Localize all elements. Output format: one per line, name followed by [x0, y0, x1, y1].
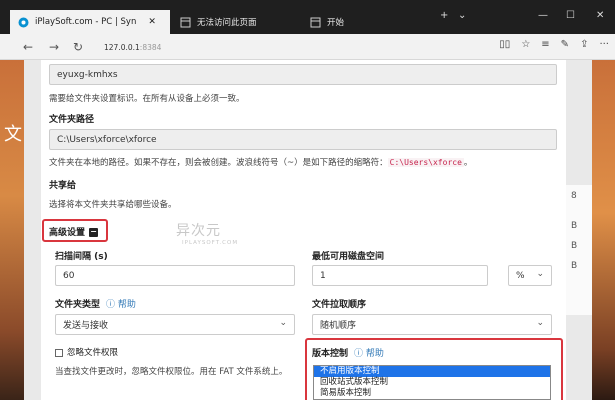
folder-type-label: 文件夹类型 ⓘ 帮助 — [55, 297, 136, 310]
forward-arrow-icon[interactable]: → — [42, 40, 66, 54]
tab-start[interactable]: 开始 — [302, 10, 430, 34]
url-host: 127.0.0.1 — [104, 42, 140, 52]
ignore-permissions-checkbox-row[interactable]: 忽略文件权限 — [55, 346, 118, 358]
scan-interval-value: 60 — [63, 270, 75, 281]
watermark-sub: IPLAYSOFT.COM — [182, 240, 239, 246]
tab-list-chevron-icon[interactable]: ⌄ — [458, 10, 466, 21]
min-disk-label: 最低可用磁盘空间 — [312, 252, 385, 262]
min-disk-value: 1 — [320, 270, 326, 281]
help-link-text: 帮助 — [365, 349, 384, 359]
tab-cannot-access[interactable]: 无法访问此页面 — [172, 10, 300, 34]
versioning-help-link[interactable]: ⓘ 帮助 — [354, 349, 384, 359]
edit-folder-dialog: eyuxg-kmhxs 需要给文件夹设置标识。在所有从设备上必须一致。 文件夹路… — [41, 60, 566, 400]
folder-path-input[interactable]: C:\Users\xforce\xforce — [49, 129, 557, 150]
folder-id-value: eyuxg-kmhxs — [57, 69, 118, 80]
background-panel: 8 B B B — [564, 185, 592, 315]
desktop-background-left: 文 — [0, 60, 24, 400]
min-disk-unit-select[interactable]: % ⌄ — [508, 265, 552, 286]
desktop-background-right — [592, 60, 615, 400]
versioning-option[interactable]: 回收站式版本控制 — [314, 377, 550, 388]
folder-path-help: 文件夹在本地的路径。如果不存在，则会被创建。波浪线符号（~）是如下路径的缩略符：… — [49, 156, 472, 168]
background-text: B — [571, 221, 578, 231]
hub-icon[interactable]: ≡ — [541, 39, 549, 50]
page-icon — [180, 17, 191, 28]
close-window-icon[interactable]: ✕ — [596, 10, 604, 21]
address-bar: ← → ↻ 127.0.0.1:8384 ▯▯ ☆ ≡ ✎ ⇪ ··· — [0, 34, 615, 60]
reading-view-icon[interactable]: ▯▯ — [499, 39, 510, 50]
browser-tab-bar: iPlaySoft.com - PC | Syn ✕ 无法访问此页面 开始 + … — [0, 0, 615, 34]
ignore-permissions-help: 当查找文件更改时，忽略文件权限位。用在 FAT 文件系统上。 — [55, 367, 288, 377]
folder-type-help-link[interactable]: ⓘ 帮助 — [106, 300, 136, 310]
chevron-down-icon: ⌄ — [536, 269, 544, 279]
folder-type-value: 发送与接收 — [63, 321, 109, 331]
pull-order-label: 文件拉取顺序 — [312, 300, 367, 310]
back-arrow-icon[interactable]: ← — [16, 40, 40, 54]
new-tab-icon[interactable]: + — [440, 10, 448, 21]
background-text: B — [571, 241, 578, 251]
more-icon[interactable]: ··· — [599, 39, 609, 50]
watermark-main: 异次元 — [176, 223, 221, 239]
url-field[interactable]: 127.0.0.1:8384 — [104, 38, 434, 56]
tilde-path-code: C:\Users\xforce — [387, 158, 464, 167]
tab-iplaysoft[interactable]: iPlaySoft.com - PC | Syn ✕ — [10, 10, 170, 34]
page-icon — [310, 17, 321, 28]
min-disk-unit-value: % — [516, 270, 525, 281]
folder-path-help-end: 。 — [463, 158, 473, 168]
folder-id-input[interactable]: eyuxg-kmhxs — [49, 64, 557, 85]
folder-path-value: C:\Users\xforce\xforce — [57, 134, 157, 145]
versioning-option[interactable]: 简易版本控制 — [314, 388, 550, 399]
advanced-settings-toggle[interactable]: 高级设置 − — [49, 225, 99, 238]
versioning-label: 版本控制 ⓘ 帮助 — [312, 346, 384, 359]
folder-type-label-text: 文件夹类型 — [55, 300, 101, 310]
watermark-logo: 异次元 IPLAYSOFT.COM — [176, 220, 238, 246]
folder-path-label: 文件夹路径 — [49, 115, 95, 125]
chevron-down-icon: ⌄ — [279, 318, 287, 328]
folder-path-help-text: 文件夹在本地的路径。如果不存在，则会被创建。波浪线符号（~）是如下路径的缩略符： — [49, 158, 388, 168]
background-text: B — [571, 261, 578, 271]
collapse-minus-icon[interactable]: − — [89, 228, 99, 237]
share-with-help: 选择将本文件夹共享给哪些设备。 — [49, 200, 177, 210]
ignore-permissions-checkbox[interactable] — [55, 348, 63, 357]
share-icon[interactable]: ⇪ — [580, 39, 588, 50]
minimize-icon[interactable]: — — [538, 10, 548, 21]
tab-title: 无法访问此页面 — [197, 18, 257, 28]
url-port: :8384 — [139, 42, 162, 52]
help-circle-icon: ⓘ — [106, 300, 116, 310]
versioning-label-text: 版本控制 — [312, 349, 349, 359]
folder-id-help: 需要给文件夹设置标识。在所有从设备上必须一致。 — [49, 94, 245, 104]
versioning-option[interactable]: 不启用版本控制 — [314, 366, 550, 377]
chevron-down-icon: ⌄ — [536, 318, 544, 328]
background-text: 文 — [4, 124, 22, 145]
share-with-label: 共享给 — [49, 181, 77, 191]
ignore-permissions-label: 忽略文件权限 — [67, 348, 119, 358]
background-text: 8 — [571, 191, 577, 201]
pull-order-value: 随机顺序 — [320, 321, 357, 331]
pen-icon[interactable]: ✎ — [561, 39, 569, 50]
scan-interval-label: 扫描间隔 (s) — [55, 252, 108, 262]
help-link-text: 帮助 — [117, 300, 136, 310]
versioning-dropdown-list[interactable]: 不启用版本控制 回收站式版本控制 简易版本控制 — [313, 365, 551, 400]
advanced-settings-label: 高级设置 — [49, 228, 86, 238]
syncthing-favicon-icon — [18, 17, 29, 28]
min-disk-input[interactable]: 1 — [312, 265, 488, 286]
favorite-star-icon[interactable]: ☆ — [521, 39, 530, 50]
tab-title: 开始 — [327, 18, 345, 28]
folder-type-select[interactable]: 发送与接收 ⌄ — [55, 314, 295, 335]
tab-title: iPlaySoft.com - PC | Syn — [35, 17, 137, 27]
pull-order-select[interactable]: 随机顺序 ⌄ — [312, 314, 552, 335]
help-circle-icon: ⓘ — [354, 349, 364, 359]
scan-interval-input[interactable]: 60 — [55, 265, 295, 286]
refresh-icon[interactable]: ↻ — [66, 40, 90, 54]
maximize-icon[interactable]: ☐ — [566, 10, 575, 21]
close-tab-icon[interactable]: ✕ — [148, 17, 156, 27]
